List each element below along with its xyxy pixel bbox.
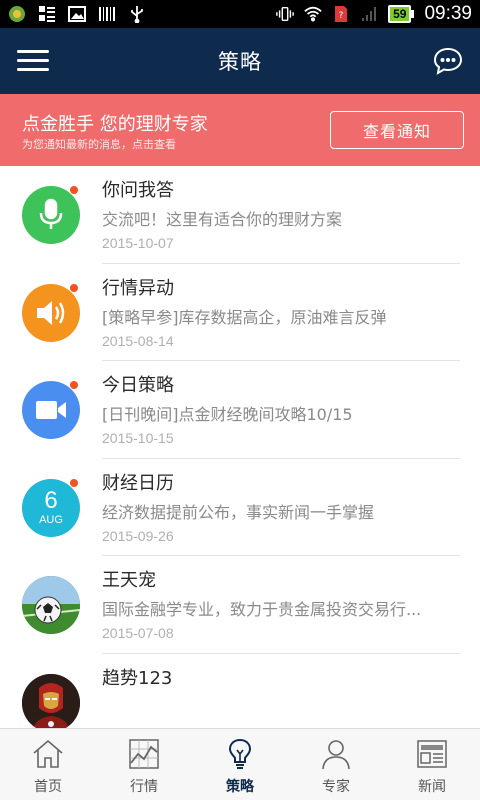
chart-icon bbox=[129, 739, 159, 769]
tab-home[interactable]: 首页 bbox=[0, 729, 96, 800]
strategy-list: 你问我答 交流吧！这里有适合你的理财方案 2015-10-07 行情异动 [策略… bbox=[0, 166, 480, 728]
list-item-market-alert[interactable]: 行情异动 [策略早参]库存数据高企，原油难言反弹 2015-08-14 bbox=[0, 264, 480, 361]
list-item-title: 趋势123 bbox=[102, 667, 173, 689]
list-item-daily-strategy[interactable]: 今日策略 [日刊晚间]点金财经晚间攻略10/15 2015-10-15 bbox=[0, 361, 480, 459]
tab-label: 行情 bbox=[130, 779, 158, 795]
list-item-title: 王天宠 bbox=[102, 570, 156, 591]
unread-dot bbox=[69, 477, 79, 488]
calendar-day: 6 bbox=[44, 486, 58, 514]
lightbulb-icon bbox=[228, 738, 252, 769]
svg-text:?: ? bbox=[339, 11, 344, 21]
list-item-title: 行情异动 bbox=[102, 277, 174, 299]
status-bar: ? 59 09:39 bbox=[0, 0, 480, 28]
list-item-date: 2015-09-26 bbox=[102, 527, 174, 544]
notification-banner[interactable]: 点金胜手 您的理财专家 为您通知最新的消息，点击查看 查看通知 bbox=[0, 94, 480, 166]
list-item-title: 财经日历 bbox=[102, 472, 174, 494]
tab-news[interactable]: 新闻 bbox=[384, 729, 480, 800]
person-icon bbox=[322, 740, 350, 770]
app-bar: 策略 bbox=[0, 28, 480, 94]
list-item-date: 2015-10-07 bbox=[102, 235, 174, 251]
barcode-icon bbox=[98, 6, 116, 22]
list-item-qa[interactable]: 你问我答 交流吧！这里有适合你的理财方案 2015-10-07 bbox=[0, 166, 480, 264]
usb-icon bbox=[128, 6, 146, 23]
signal-icon bbox=[360, 6, 378, 22]
tab-label: 专家 bbox=[322, 779, 350, 795]
app-notification-icon bbox=[8, 6, 26, 22]
list-item-date: 2015-08-14 bbox=[102, 332, 174, 349]
list-item-desc: [日刊晚间]点金财经晚间攻略10/15 bbox=[102, 405, 353, 424]
unread-dot bbox=[69, 380, 79, 390]
list-item-desc: [策略早参]库存数据高企，原油难言反弹 bbox=[102, 307, 387, 327]
tab-expert[interactable]: 专家 bbox=[288, 729, 384, 800]
list-item-title: 你问我答 bbox=[102, 180, 174, 201]
tab-strategy[interactable]: 策略 bbox=[192, 729, 288, 800]
tab-market[interactable]: 行情 bbox=[96, 729, 192, 800]
banner-title: 点金胜手 您的理财专家 bbox=[22, 114, 208, 135]
banner-subtitle: 为您通知最新的消息，点击查看 bbox=[22, 138, 176, 151]
sim-alert-icon: ? bbox=[332, 6, 350, 22]
chat-button[interactable] bbox=[433, 46, 463, 76]
unread-dot bbox=[69, 282, 79, 293]
list-item-title: 今日策略 bbox=[102, 375, 174, 396]
list-item-date: 2015-07-08 bbox=[102, 625, 174, 641]
app-grid-icon bbox=[38, 6, 56, 22]
list-item-trend123[interactable]: 趋势123 bbox=[0, 654, 480, 728]
wifi-icon bbox=[304, 6, 322, 22]
list-item-date: 2015-10-15 bbox=[102, 430, 174, 446]
soccer-ball-avatar bbox=[22, 576, 80, 634]
list-item-desc: 经济数据提前公布，事实新闻一手掌握 bbox=[102, 502, 375, 522]
list-item-expert-wang[interactable]: 王天宠 国际金融学专业，致力于贵金属投资交易行... 2015-07-08 bbox=[0, 556, 480, 654]
bottom-tab-bar: 首页 行情 策略 专家 新闻 bbox=[0, 728, 480, 800]
list-item-desc: 国际金融学专业，致力于贵金属投资交易行... bbox=[102, 600, 422, 619]
ironman-avatar bbox=[22, 673, 80, 728]
page-title: 策略 bbox=[218, 50, 262, 74]
list-item-finance-calendar[interactable]: 6 AUG 财经日历 经济数据提前公布，事实新闻一手掌握 2015-09-26 bbox=[0, 459, 480, 556]
menu-button[interactable] bbox=[17, 50, 49, 72]
view-notifications-button[interactable]: 查看通知 bbox=[330, 111, 464, 149]
home-icon bbox=[33, 739, 63, 768]
calendar-month: AUG bbox=[39, 513, 63, 526]
newspaper-icon bbox=[417, 740, 447, 768]
unread-dot bbox=[69, 185, 79, 195]
tab-label: 策略 bbox=[226, 779, 254, 795]
status-time: 09:39 bbox=[424, 3, 472, 24]
chat-bubble-icon bbox=[433, 47, 463, 75]
battery-icon: 59 bbox=[388, 5, 415, 23]
tab-label: 首页 bbox=[34, 779, 62, 795]
hamburger-icon bbox=[17, 50, 49, 53]
list-item-desc: 交流吧！这里有适合你的理财方案 bbox=[102, 210, 343, 229]
tab-label: 新闻 bbox=[418, 779, 446, 795]
vibrate-icon bbox=[276, 6, 294, 22]
battery-level: 59 bbox=[388, 5, 412, 23]
image-icon bbox=[68, 6, 86, 22]
